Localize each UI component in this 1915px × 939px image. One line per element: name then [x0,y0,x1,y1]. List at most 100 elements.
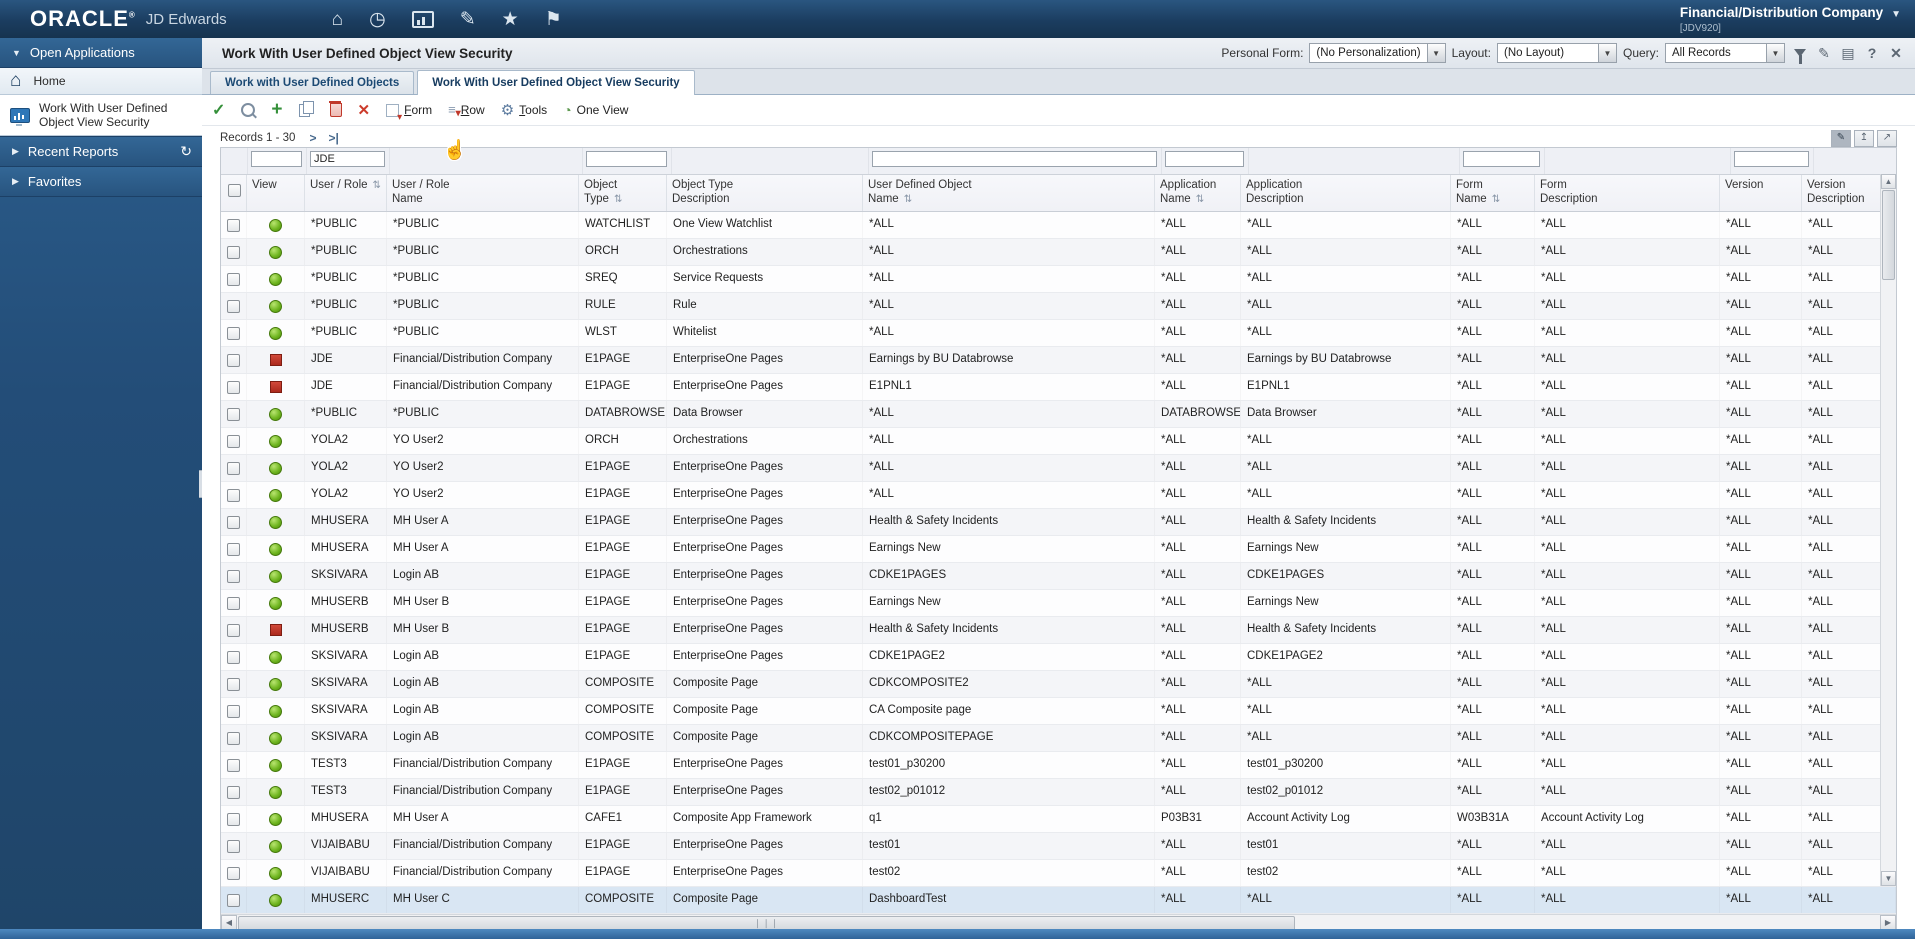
close-button[interactable]: ✕ [358,101,371,119]
row-checkbox[interactable] [227,488,240,502]
recent-icon[interactable]: ◷ [369,10,386,29]
compose-icon[interactable]: ✎ [460,10,476,29]
grid-row[interactable]: *PUBLIC *PUBLIC RULE Rule *ALL *ALL *ALL *ALL *A… [221,293,1896,320]
select-button[interactable]: ✓ [212,100,225,120]
add-button[interactable]: + [271,100,282,119]
grid-row[interactable]: TEST3 Financial/Distribution Company E1PAG… [221,752,1896,779]
environment-switcher[interactable]: Financial/Distribution Company ▼ [JDV920] [1680,4,1901,34]
row-checkbox[interactable] [227,380,240,394]
row-checkbox[interactable] [227,623,240,637]
copy-button[interactable] [298,100,314,117]
oneview-reports-icon[interactable] [411,10,434,28]
notes-icon[interactable]: ▤ [1839,45,1857,62]
scroll-down-icon[interactable]: ▼ [1881,871,1896,886]
grid-row[interactable]: YOLA2 YO User2 E1PAGE EnterpriseOne Pages *A… [221,482,1896,509]
column-header-application_name[interactable]: Application Name ⇅ [1155,175,1241,211]
row-checkbox[interactable] [227,677,240,691]
grid-row[interactable]: JDE Financial/Distribution Company E1PAGE E… [221,374,1896,401]
column-header-form_name[interactable]: Form Name ⇅ [1451,175,1535,211]
one-view-menu-button[interactable]: ◔ One View [563,102,628,118]
scroll-up-icon[interactable]: ▲ [1881,174,1896,189]
scroll-left-icon[interactable]: ◀ [221,915,237,930]
qbe-input-object_type[interactable] [586,151,667,167]
last-page-button[interactable]: >| [328,131,338,145]
sort-icon[interactable]: ⇅ [614,194,622,205]
export-grid-icon[interactable]: ↥ [1854,129,1874,147]
grid-row[interactable]: MHUSERA MH User A E1PAGE EnterpriseOne Page… [221,536,1896,563]
home-icon[interactable]: ⌂ [332,10,343,29]
row-checkbox[interactable] [227,758,240,772]
grid-row[interactable]: YOLA2 YO User2 E1PAGE EnterpriseOne Pages *A… [221,455,1896,482]
expand-grid-icon[interactable]: ↗ [1877,129,1897,147]
sort-icon[interactable]: ⇅ [1196,194,1204,205]
grid-row[interactable]: *PUBLIC *PUBLIC SREQ Service Requests *ALL *A… [221,266,1896,293]
tools-menu-button[interactable]: ⚙ Tools [501,101,547,119]
grid-row[interactable]: *PUBLIC *PUBLIC DATABROWSE Data Browser *ALL… [221,401,1896,428]
sidebar-section-recent-reports[interactable]: ▶ Recent Reports ↻ [0,137,202,167]
query-select[interactable]: All Records ▼ [1665,43,1785,63]
grid-row[interactable]: SKSIVARA Login AB E1PAGE EnterpriseOne Page… [221,563,1896,590]
row-checkbox[interactable] [227,596,240,610]
grid-row[interactable]: SKSIVARA Login AB COMPOSITE Composite Page C… [221,671,1896,698]
row-checkbox[interactable] [227,812,240,826]
personal-form-select[interactable]: (No Personalization) ▼ [1309,43,1446,63]
sidebar-section-open-applications[interactable]: ▼ Open Applications [0,38,202,68]
row-checkbox[interactable] [227,839,240,853]
flag-icon[interactable]: ⚑ [545,10,562,29]
sort-icon[interactable]: ⇅ [373,180,381,191]
form-menu-button[interactable]: Form [386,103,432,123]
qbe-input-application_name[interactable] [1165,151,1244,167]
find-button[interactable] [241,103,256,117]
sidebar-item-udo-view-security[interactable]: Work With User Defined Object View Secur… [0,95,202,136]
sort-icon[interactable]: ⇅ [1492,194,1500,205]
grid-row[interactable]: MHUSERC MH User C COMPOSITE Composite Page D… [221,887,1896,914]
grid-row[interactable]: YOLA2 YO User2 ORCH Orchestrations *ALL *ALL *… [221,428,1896,455]
filter-icon[interactable] [1794,49,1806,64]
grid-row[interactable]: *PUBLIC *PUBLIC WATCHLIST One View Watchlis… [221,212,1896,239]
tab-work-with-udo[interactable]: Work with User Defined Objects [210,71,415,94]
column-header-user_role[interactable]: User / Role ⇅ [305,175,387,211]
row-checkbox[interactable] [227,542,240,556]
row-checkbox[interactable] [227,569,240,583]
customize-grid-icon[interactable]: ✎ [1831,129,1851,147]
row-checkbox[interactable] [227,326,240,340]
column-header-object_type[interactable]: Object Type ⇅ [579,175,667,211]
grid-row[interactable]: MHUSERB MH User B E1PAGE EnterpriseOne Page… [221,590,1896,617]
row-checkbox[interactable] [227,272,240,286]
column-header-udo_name[interactable]: User Defined Object Name ⇅ [863,175,1155,211]
sidebar-item-home[interactable]: ⌂ Home [0,68,202,95]
qbe-input-udo_name[interactable] [872,151,1157,167]
row-menu-button[interactable]: ≡ Row [448,103,485,119]
grid-row[interactable]: MHUSERB MH User B E1PAGE EnterpriseOne Page… [221,617,1896,644]
delete-button[interactable] [328,101,342,117]
row-checkbox[interactable] [227,461,240,475]
row-checkbox[interactable] [227,407,240,421]
refresh-icon[interactable]: ↻ [180,143,192,160]
grid-row[interactable]: SKSIVARA Login AB COMPOSITE Composite Page C… [221,725,1896,752]
qbe-input-view[interactable] [251,151,302,167]
row-checkbox[interactable] [227,299,240,313]
qbe-input-form_name[interactable] [1463,151,1540,167]
row-checkbox[interactable] [227,353,240,367]
row-checkbox[interactable] [227,650,240,664]
grid-row[interactable]: *PUBLIC *PUBLIC WLST Whitelist *ALL *ALL *ALL *… [221,320,1896,347]
tab-udo-view-security[interactable]: Work With User Defined Object View Secur… [417,70,695,95]
row-checkbox[interactable] [227,245,240,259]
help-icon[interactable]: ? [1863,45,1881,61]
row-checkbox[interactable] [227,515,240,529]
grid-row[interactable]: SKSIVARA Login AB E1PAGE EnterpriseOne Page… [221,644,1896,671]
sort-icon[interactable]: ⇅ [904,194,912,205]
row-checkbox[interactable] [227,218,240,232]
vertical-scrollbar-thumb[interactable] [1882,190,1895,280]
favorites-star-icon[interactable]: ★ [502,10,519,29]
grid-row[interactable]: TEST3 Financial/Distribution Company E1PAG… [221,779,1896,806]
row-checkbox[interactable] [227,731,240,745]
grid-row[interactable]: VIJAIBABU Financial/Distribution Company E… [221,833,1896,860]
vertical-scrollbar[interactable]: ▲ ▼ [1880,174,1896,886]
qbe-input-version[interactable] [1734,151,1809,167]
grid-row[interactable]: *PUBLIC *PUBLIC ORCH Orchestrations *ALL *ALL… [221,239,1896,266]
scroll-right-icon[interactable]: ▶ [1880,915,1896,930]
grid-row[interactable]: VIJAIBABU Financial/Distribution Company E… [221,860,1896,887]
row-checkbox[interactable] [227,866,240,880]
grid-row[interactable]: MHUSERA MH User A CAFE1 Composite App Frame… [221,806,1896,833]
